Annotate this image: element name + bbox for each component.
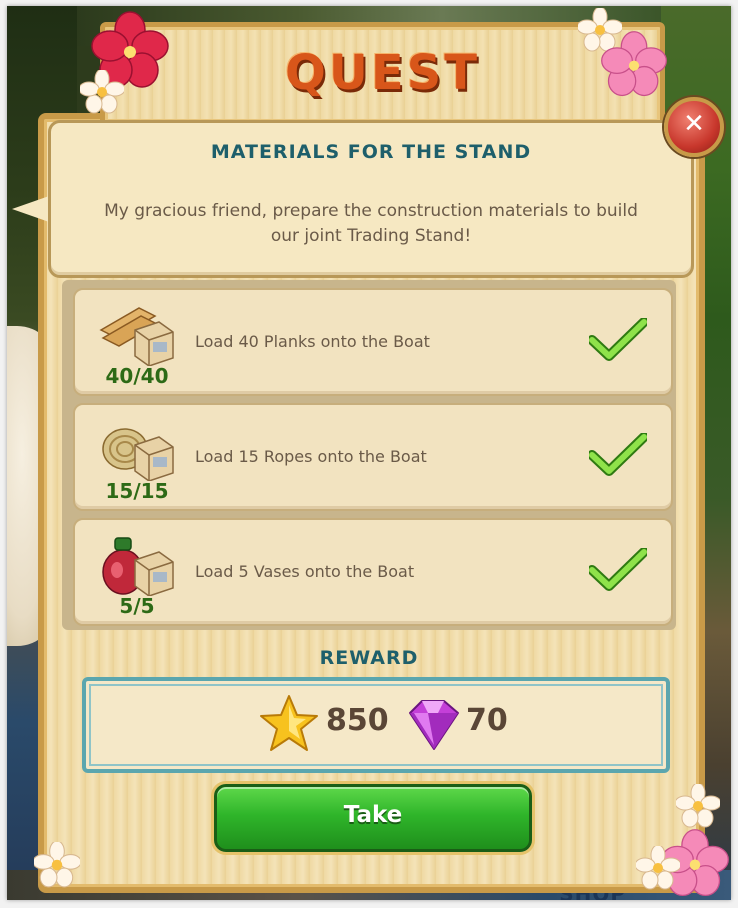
close-icon: ✕ <box>683 109 705 139</box>
vase-crate-icon <box>102 537 174 596</box>
reward-heading: REWARD <box>319 647 419 669</box>
task-label: Load 5 Vases onto the Boat <box>195 562 415 581</box>
task-item-ropes: 15/15 Load 15 Ropes onto the Boat <box>73 403 673 511</box>
quest-title: QUEST <box>285 45 480 101</box>
plumeria-flower-icon <box>34 842 80 888</box>
task-progress: 5/5 <box>119 594 155 618</box>
plumeria-flower-icon <box>676 784 720 828</box>
task-label: Load 15 Ropes onto the Boat <box>195 447 427 466</box>
task-progress: 15/15 <box>105 479 169 503</box>
hibiscus-flower-icon <box>601 31 667 97</box>
reward-box: 850 70 <box>82 677 670 773</box>
plumeria-flower-icon <box>636 846 680 890</box>
quest-description: My gracious friend, prepare the construc… <box>104 201 638 246</box>
ropes-crate-icon <box>102 428 174 481</box>
plumeria-flower-icon <box>80 70 124 114</box>
task-item-planks: 40/40 Load 40 Planks onto the Boat <box>73 288 673 396</box>
quest-heading: MATERIALS FOR THE STAND <box>210 141 532 163</box>
planks-crate-icon <box>99 307 174 366</box>
checkmark-icon <box>589 548 647 591</box>
checkmark-icon <box>589 433 647 476</box>
task-progress: 40/40 <box>105 364 169 388</box>
reward-gem-amount: 70 <box>466 703 508 738</box>
xp-star-icon <box>260 695 318 751</box>
speech-bubble-tail <box>12 195 52 223</box>
speech-bubble: MATERIALS FOR THE STAND My gracious frie… <box>48 120 694 278</box>
take-button-label: Take <box>343 802 403 828</box>
gem-icon <box>409 700 459 750</box>
close-button[interactable]: ✕ <box>664 97 724 157</box>
reward-xp-amount: 850 <box>326 703 389 738</box>
task-label: Load 40 Planks onto the Boat <box>195 332 430 351</box>
task-item-vases: 5/5 Load 5 Vases onto the Boat <box>73 518 673 626</box>
checkmark-icon <box>589 318 647 361</box>
take-button[interactable]: Take <box>214 784 532 852</box>
